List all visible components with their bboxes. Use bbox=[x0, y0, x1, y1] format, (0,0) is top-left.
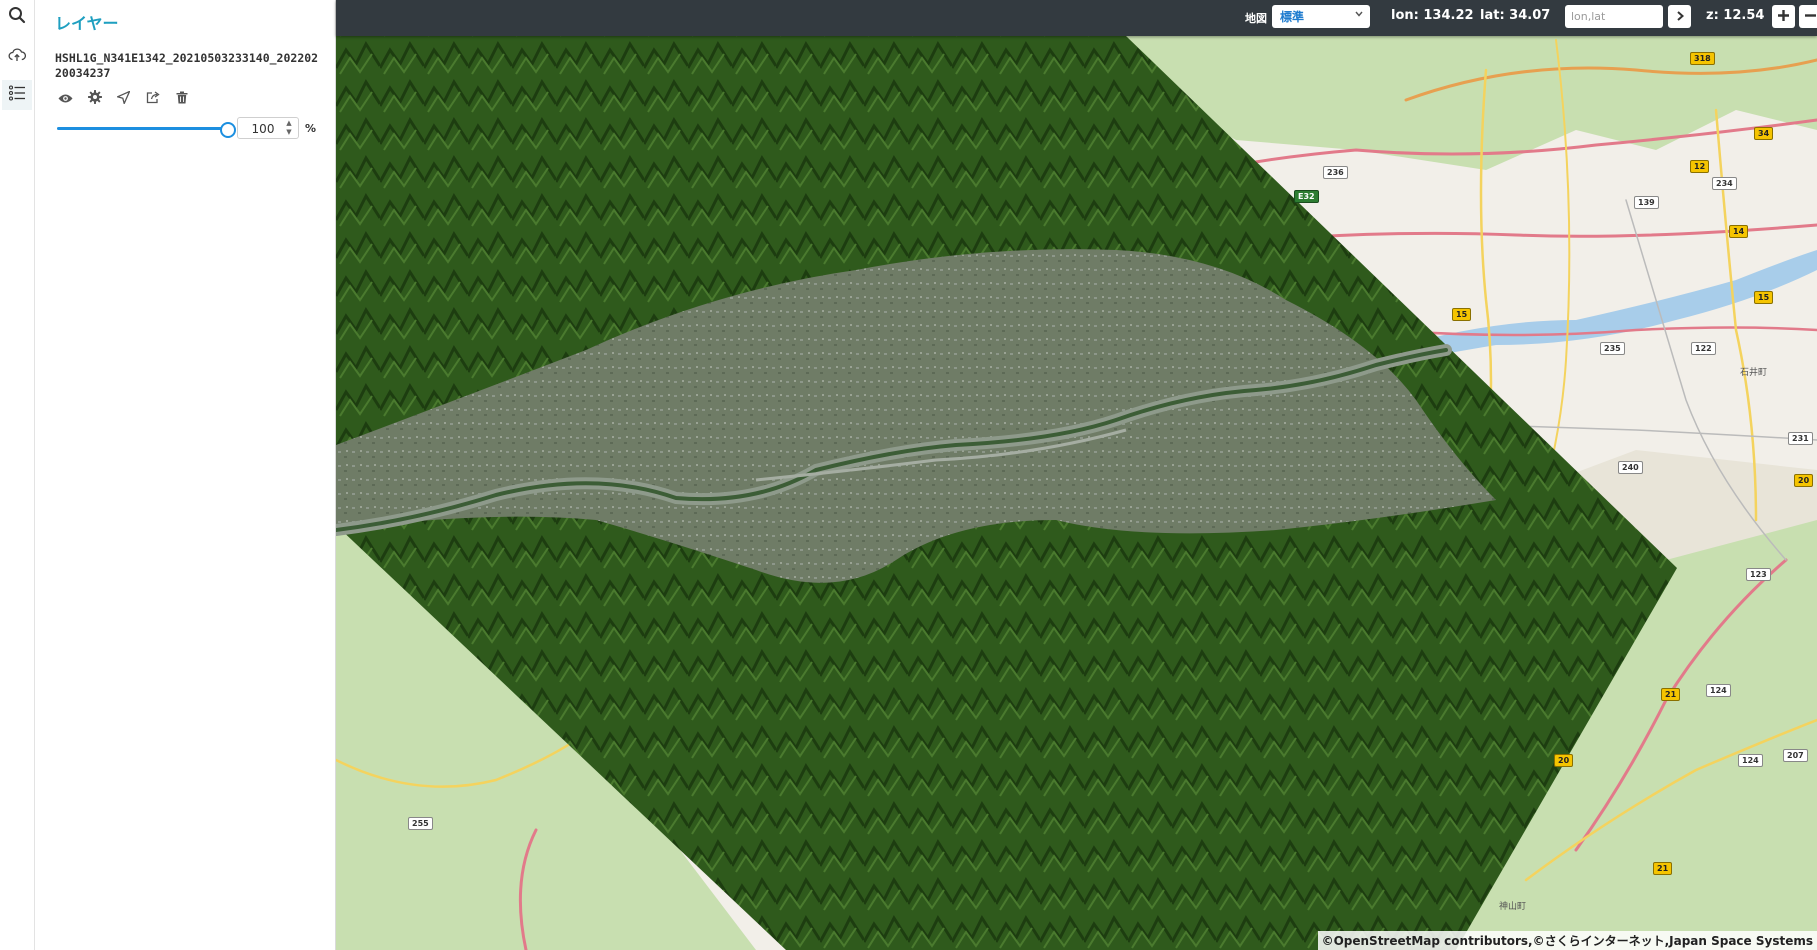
zoom-to-layer-button[interactable] bbox=[115, 90, 132, 107]
chevron-down-icon bbox=[1354, 8, 1364, 23]
toggle-visibility-button[interactable] bbox=[57, 90, 74, 107]
opacity-unit: % bbox=[305, 121, 317, 135]
zoom-in-button[interactable] bbox=[1772, 5, 1795, 28]
road-shield: 235 bbox=[1600, 342, 1625, 355]
road-shield: 123 bbox=[1746, 568, 1771, 581]
zoom-readout: z: 12.54 bbox=[1706, 8, 1765, 23]
layer-panel: レイヤー HSHL1G_N341E1342_20210503233140_202… bbox=[35, 0, 336, 950]
search-icon bbox=[8, 6, 26, 28]
share-icon bbox=[146, 89, 160, 108]
slider-fill bbox=[57, 127, 227, 130]
upload-button[interactable] bbox=[2, 42, 32, 72]
share-layer-button[interactable] bbox=[144, 90, 161, 107]
basemap-select[interactable]: 標準 bbox=[1272, 5, 1370, 28]
zoom-out-button[interactable] bbox=[1799, 5, 1817, 28]
cloud-upload-icon bbox=[8, 47, 27, 67]
opacity-row: ▲ ▼ % bbox=[57, 117, 316, 139]
stepper-down-icon[interactable]: ▼ bbox=[283, 128, 295, 137]
slider-thumb[interactable] bbox=[220, 122, 236, 138]
layer-settings-button[interactable] bbox=[86, 90, 103, 107]
panel-title: レイヤー bbox=[55, 14, 119, 33]
longitude-readout: lon: 134.22 bbox=[1391, 8, 1474, 23]
stepper-up-icon[interactable]: ▲ bbox=[283, 119, 295, 128]
road-shield: 255 bbox=[408, 817, 433, 830]
road-shield: 236 bbox=[1323, 166, 1348, 179]
road-shield: 34 bbox=[1754, 127, 1774, 140]
map-canvas[interactable]: 318 236 E32 139 12 234 34 14 15 15 235 122 240 231 20 1… bbox=[336, 0, 1817, 950]
go-to-coordinate-button[interactable] bbox=[1668, 5, 1691, 28]
road-shield: 21 bbox=[1653, 862, 1673, 875]
road-shield: 240 bbox=[1618, 461, 1643, 474]
road-shield: 14 bbox=[1729, 225, 1749, 238]
layer-tools bbox=[57, 90, 190, 107]
road-shield: 318 bbox=[1690, 52, 1715, 65]
road-shield: 234 bbox=[1712, 177, 1737, 190]
icon-rail bbox=[0, 0, 35, 950]
map-graphic bbox=[336, 0, 1817, 950]
road-shield: 139 bbox=[1634, 196, 1659, 209]
trash-icon bbox=[176, 89, 188, 108]
minus-icon bbox=[1804, 7, 1817, 26]
place-label: 石井町 bbox=[1740, 368, 1768, 378]
gear-icon bbox=[87, 89, 102, 108]
layer-name: HSHL1G_N341E1342_20210503233140_20220220… bbox=[55, 51, 319, 80]
road-shield: 207 bbox=[1783, 749, 1808, 762]
chevron-right-icon bbox=[1674, 7, 1686, 26]
road-shield: 124 bbox=[1738, 754, 1763, 767]
road-shield: 20 bbox=[1554, 754, 1574, 767]
layers-button[interactable] bbox=[2, 80, 32, 110]
road-shield: 122 bbox=[1691, 342, 1716, 355]
road-shield: 231 bbox=[1788, 432, 1813, 445]
map-select-label: 地図 bbox=[1245, 12, 1267, 25]
latitude-readout: lat: 34.07 bbox=[1480, 8, 1551, 23]
road-shield: 15 bbox=[1452, 308, 1472, 321]
delete-layer-button[interactable] bbox=[173, 90, 190, 107]
stepper-buttons: ▲ ▼ bbox=[283, 119, 295, 137]
plus-icon bbox=[1777, 7, 1790, 26]
road-shield: 124 bbox=[1706, 684, 1731, 697]
map-attribution[interactable]: ©OpenStreetMap contributors,©さくらインターネット,… bbox=[1317, 931, 1817, 950]
locate-arrow-icon bbox=[116, 89, 131, 108]
opacity-stepper: ▲ ▼ bbox=[237, 117, 299, 139]
road-shield: 12 bbox=[1690, 160, 1710, 173]
layer-list-icon bbox=[8, 84, 26, 106]
opacity-input[interactable] bbox=[242, 120, 284, 138]
road-shield: 21 bbox=[1661, 688, 1681, 701]
place-label: 神山町 bbox=[1499, 902, 1527, 912]
map-toolbar: 地図 標準 lon: 134.22 lat: 34.07 z: 12.54 bbox=[336, 0, 1817, 36]
road-shield: E32 bbox=[1294, 190, 1319, 203]
road-shield: 20 bbox=[1794, 474, 1814, 487]
basemap-select-value: 標準 bbox=[1280, 10, 1305, 24]
search-button[interactable] bbox=[2, 2, 32, 32]
coordinate-input[interactable] bbox=[1565, 5, 1663, 28]
eye-icon bbox=[58, 89, 73, 108]
road-shield: 15 bbox=[1754, 291, 1774, 304]
opacity-slider[interactable] bbox=[57, 120, 236, 138]
